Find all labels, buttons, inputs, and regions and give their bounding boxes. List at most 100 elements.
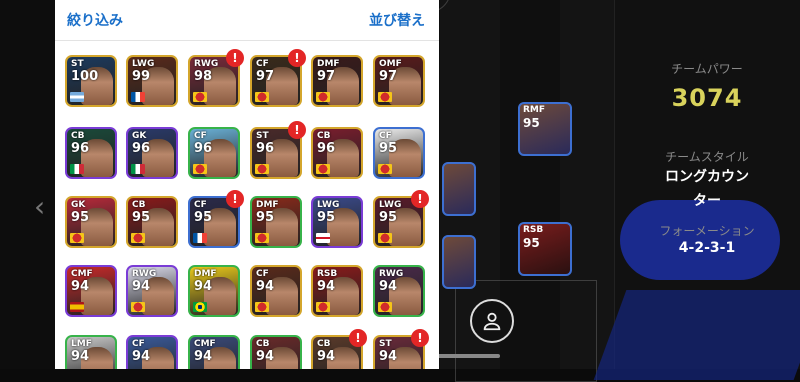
- player-card[interactable]: CB 94: [250, 335, 302, 369]
- team-flag-icon: [193, 92, 207, 102]
- team-flag-icon: [255, 164, 269, 174]
- player-card[interactable]: DMF 97: [311, 55, 363, 107]
- player-rating: 95: [132, 210, 151, 225]
- player-position: CF: [256, 59, 269, 69]
- formation-label: フォーメーション: [659, 224, 755, 238]
- team-style-label: チームスタイル: [665, 150, 749, 164]
- player-card[interactable]: LWG 95: [311, 196, 363, 248]
- player-card[interactable]: CF 94: [126, 335, 178, 369]
- player-rating: 94: [379, 349, 398, 364]
- player-position: CB: [317, 131, 331, 141]
- player-position: DMF: [194, 269, 217, 279]
- list-header: 絞り込み 並び替え: [55, 0, 439, 41]
- player-rating: 94: [379, 279, 398, 294]
- alert-badge-icon: !: [411, 329, 429, 347]
- player-position: CF: [132, 339, 145, 349]
- player-position: ST: [256, 131, 269, 141]
- player-position: OMF: [379, 59, 402, 69]
- player-card[interactable]: GK 95: [65, 196, 117, 248]
- player-position: LWG: [132, 59, 155, 69]
- player-position: CMF: [71, 269, 93, 279]
- player-card[interactable]: CB 95: [126, 196, 178, 248]
- team-style-value-line2: ター: [693, 193, 721, 209]
- player-card[interactable]: CMF 94: [188, 335, 240, 369]
- player-card[interactable]: DMF 94: [188, 265, 240, 317]
- alert-badge-icon: !: [288, 121, 306, 139]
- player-card[interactable]: CMF 94: [65, 265, 117, 317]
- player-card[interactable]: LWG 99: [126, 55, 178, 107]
- player-card[interactable]: DMF 95: [250, 196, 302, 248]
- player-card[interactable]: CB 96: [65, 127, 117, 179]
- player-rating: 96: [317, 141, 336, 156]
- player-position: LWG: [379, 200, 402, 210]
- player-rating: 97: [317, 69, 336, 84]
- player-card[interactable]: RWG 94: [373, 265, 425, 317]
- field-player-card-partial[interactable]: [442, 235, 476, 289]
- team-flag-icon: [378, 92, 392, 102]
- player-rating: 95: [194, 210, 213, 225]
- team-flag-icon: [131, 233, 145, 243]
- player-card[interactable]: CF 94: [250, 265, 302, 317]
- player-rating: 94: [132, 279, 151, 294]
- field-player-card-partial[interactable]: [442, 162, 476, 216]
- player-position: GK: [71, 200, 86, 210]
- player-card[interactable]: ST 100: [65, 55, 117, 107]
- team-flag-icon: [131, 164, 145, 174]
- player-card[interactable]: LMF 94: [65, 335, 117, 369]
- player-position: DMF: [256, 200, 279, 210]
- team-flag-icon: [193, 164, 207, 174]
- player-card[interactable]: GK 96: [126, 127, 178, 179]
- team-flag-icon: [255, 233, 269, 243]
- team-flag-icon: [316, 164, 330, 174]
- team-flag-icon: [378, 164, 392, 174]
- player-rating: 94: [256, 349, 275, 364]
- player-position: CF: [194, 131, 207, 141]
- player-position: ST: [379, 339, 392, 349]
- player-position: RWG: [379, 269, 404, 279]
- sort-button[interactable]: 並び替え: [369, 10, 425, 30]
- team-flag-icon: [255, 302, 269, 312]
- player-position: CF: [256, 269, 269, 279]
- player-card[interactable]: RSB 94: [311, 265, 363, 317]
- alert-badge-icon: !: [349, 329, 367, 347]
- player-rating: 94: [317, 349, 336, 364]
- field-player-card[interactable]: RSB 95: [518, 222, 572, 276]
- player-rating: 97: [256, 69, 275, 84]
- player-position: CF: [194, 200, 207, 210]
- player-rating: 96: [71, 141, 90, 156]
- team-flag-icon: [70, 164, 84, 174]
- player-rating: 94: [71, 279, 90, 294]
- player-rating: 96: [132, 141, 151, 156]
- player-rating: 95: [523, 116, 540, 130]
- player-position: RSB: [523, 225, 544, 235]
- player-card[interactable]: OMF 97: [373, 55, 425, 107]
- player-rating: 97: [379, 69, 398, 84]
- player-position: RWG: [194, 59, 219, 69]
- player-card[interactable]: CF 96: [188, 127, 240, 179]
- player-position: LMF: [71, 339, 92, 349]
- player-rating: 96: [194, 141, 213, 156]
- player-position: CB: [256, 339, 270, 349]
- chevron-left-icon[interactable]: ‹: [34, 190, 45, 223]
- decorative-shape: [593, 290, 800, 380]
- player-list-panel: 絞り込み 並び替え ST 100 LWG 99 RWG 98! CF 97! DMF 97 OMF 9…: [55, 0, 439, 369]
- field-player-card[interactable]: RMF 95: [518, 102, 572, 156]
- team-flag-icon: [70, 302, 84, 312]
- team-flag-icon: [316, 233, 330, 243]
- alert-badge-icon: !: [411, 190, 429, 208]
- team-flag-icon: [316, 302, 330, 312]
- team-flag-icon: [255, 92, 269, 102]
- player-card[interactable]: RWG 94: [126, 265, 178, 317]
- player-card[interactable]: CB 96: [311, 127, 363, 179]
- player-rating: 94: [71, 349, 90, 364]
- team-power-value: 3074: [671, 84, 743, 112]
- player-position: RMF: [523, 105, 546, 115]
- player-rating: 94: [194, 349, 213, 364]
- team-flag-icon: [131, 92, 145, 102]
- player-rating: 95: [317, 210, 336, 225]
- player-card[interactable]: CF 95: [373, 127, 425, 179]
- filter-button[interactable]: 絞り込み: [67, 10, 123, 30]
- team-flag-icon: [70, 92, 84, 102]
- person-icon[interactable]: [470, 299, 514, 343]
- player-rating: 94: [132, 349, 151, 364]
